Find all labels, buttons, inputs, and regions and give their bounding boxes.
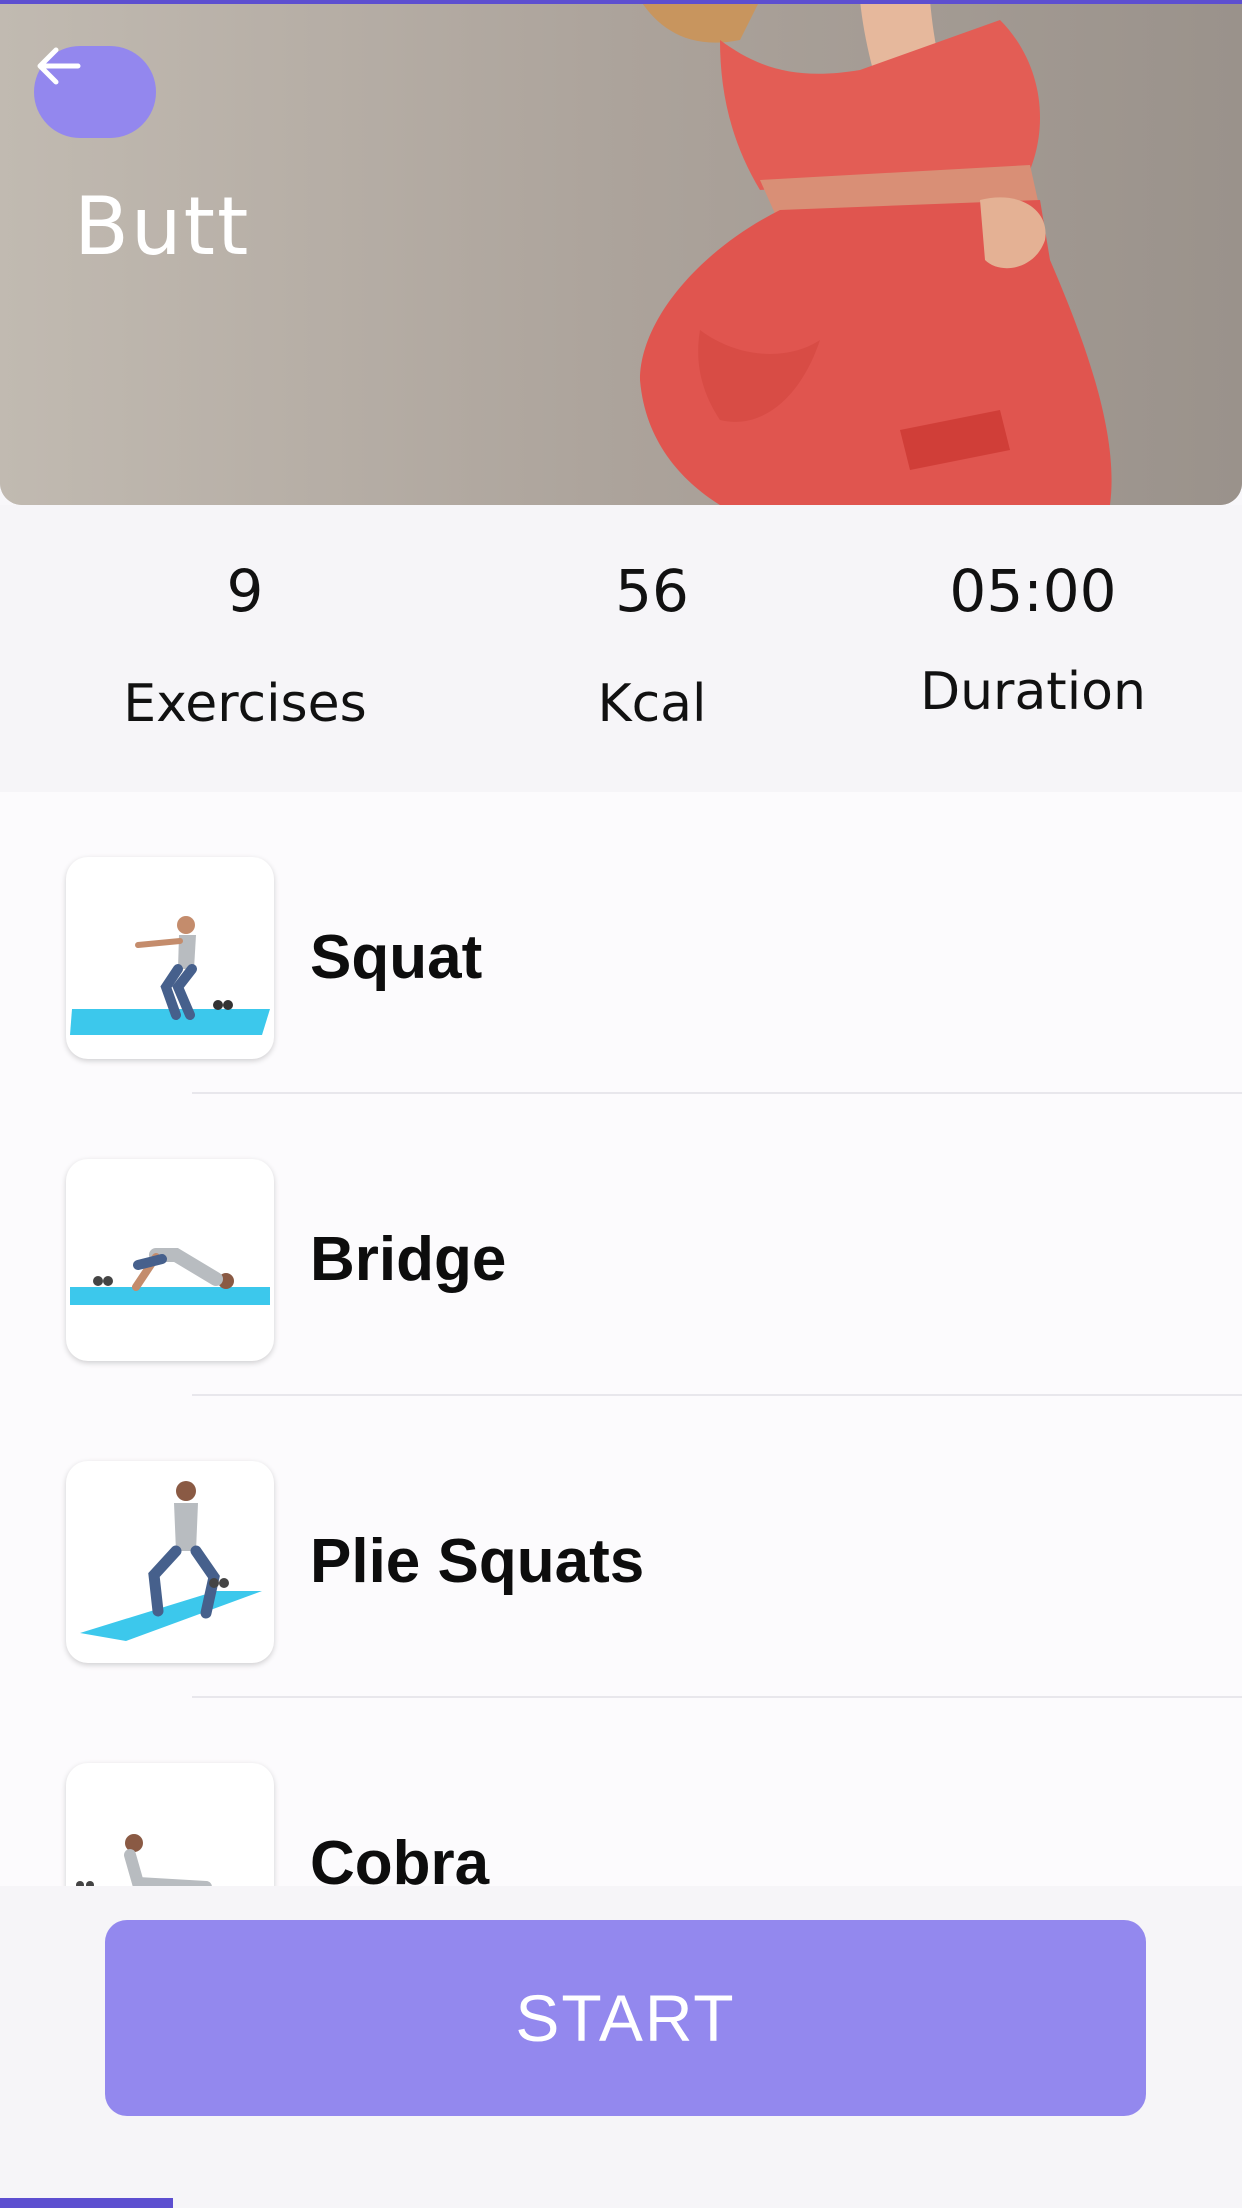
start-button[interactable]: START (105, 1920, 1146, 2116)
squat-icon (70, 916, 270, 1035)
stat-kcal: 56 Kcal (552, 562, 752, 730)
hero-banner: Butt (0, 0, 1242, 505)
plie-squats-thumbnail (66, 1461, 274, 1663)
stat-exercises: 9 Exercises (95, 562, 395, 730)
stat-value: 9 (226, 557, 264, 625)
exercise-name: Cobra (310, 1829, 490, 1886)
stat-label: Duration (920, 662, 1146, 722)
exercise-name: Bridge (310, 1225, 507, 1294)
exercise-item-cobra[interactable]: Cobra (0, 1698, 1242, 1886)
status-strip (0, 0, 1242, 4)
workout-stats: 9 Exercises 56 Kcal 05:00 Duration (0, 505, 1242, 792)
stat-label: Exercises (123, 674, 367, 734)
home-indicator (0, 2198, 173, 2208)
bridge-icon (70, 1248, 270, 1305)
stat-value: 56 (615, 557, 689, 625)
stat-value: 05:00 (949, 557, 1117, 625)
exercise-name: Squat (310, 923, 483, 992)
bottom-bar: START (0, 1886, 1242, 2208)
squat-thumbnail (66, 857, 274, 1059)
bridge-thumbnail (66, 1159, 274, 1361)
arrow-left-icon (37, 47, 81, 85)
exercise-name: Plie Squats (310, 1527, 645, 1596)
exercise-item-squat[interactable]: Squat (0, 792, 1242, 1094)
back-button[interactable] (34, 46, 156, 138)
page-title: Butt (74, 180, 251, 273)
exercise-list: Squat Bridge Plie Squats Cobra (0, 792, 1242, 1886)
exercise-item-bridge[interactable]: Bridge (0, 1094, 1242, 1396)
plie-squats-icon (80, 1481, 262, 1641)
stat-duration: 05:00 Duration (893, 562, 1173, 718)
cobra-thumbnail (66, 1763, 274, 1886)
stat-label: Kcal (597, 674, 707, 734)
exercise-item-plie-squats[interactable]: Plie Squats (0, 1396, 1242, 1698)
cobra-icon (76, 1834, 212, 1886)
